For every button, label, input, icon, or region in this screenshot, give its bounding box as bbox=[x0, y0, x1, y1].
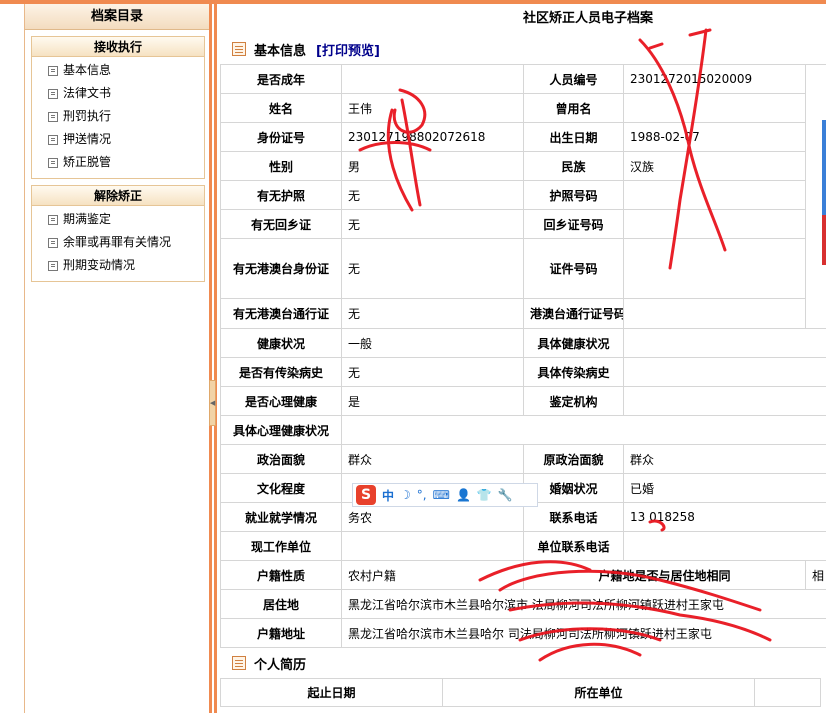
table-row: 身份证号 230127198802072618 出生日期 1988-02-07 bbox=[220, 122, 826, 152]
scroll-indicator-alert bbox=[822, 215, 826, 265]
sidebar-item-penalty-execution[interactable]: 刑罚执行 bbox=[32, 105, 204, 128]
group-receive-execution: 接收执行 基本信息 法律文书 刑罚执行 押送情况 矫正脱管 bbox=[31, 36, 205, 179]
main-content: 社区矫正人员电子档案 基本信息 [打印预览] 是否成年 人员编号 2301272… bbox=[220, 4, 826, 713]
resume-header: 个人简历 bbox=[220, 648, 826, 678]
archive-sidebar: 档案目录 接收执行 基本信息 法律文书 刑罚执行 押送情况 矫正脱管 解除矫正 … bbox=[24, 4, 212, 713]
ime-mode-toggle[interactable]: 中 bbox=[382, 487, 394, 504]
group-header-receive[interactable]: 接收执行 bbox=[32, 37, 204, 57]
sidebar-item-legal-docs[interactable]: 法律文书 bbox=[32, 82, 204, 105]
user-icon[interactable]: 👤 bbox=[456, 488, 471, 502]
table-row: 户籍性质 农村户籍 户籍地是否与居住地相同 相 bbox=[220, 560, 826, 590]
table-row: 是否心理健康 是 鉴定机构 bbox=[220, 386, 826, 416]
sidebar-item-expiry-appraisal[interactable]: 期满鉴定 bbox=[32, 208, 204, 231]
table-row: 有无港澳台通行证 无 港澳台通行证号码 bbox=[220, 298, 826, 329]
sidebar-item-basic-info[interactable]: 基本信息 bbox=[32, 59, 204, 82]
sidebar-item-other-crimes[interactable]: 余罪或再罪有关情况 bbox=[32, 231, 204, 254]
sidebar-item-sentence-change[interactable]: 刑期变动情况 bbox=[32, 254, 204, 277]
scroll-indicator bbox=[822, 120, 826, 215]
sidebar-item-absconding[interactable]: 矫正脱管 bbox=[32, 151, 204, 174]
group-release-correction: 解除矫正 期满鉴定 余罪或再罪有关情况 刑期变动情况 bbox=[31, 185, 205, 282]
sogou-ime-logo-icon[interactable]: S bbox=[356, 485, 376, 505]
document-icon bbox=[48, 65, 58, 76]
table-row: 姓名 王伟 曾用名 bbox=[220, 93, 826, 123]
table-row: 具体心理健康状况 bbox=[220, 415, 826, 445]
table-row: 性别 男 民族 汉族 bbox=[220, 151, 826, 181]
resume-col-unit: 所在单位 bbox=[442, 678, 755, 707]
punctuation-icon[interactable]: °, bbox=[417, 488, 427, 502]
document-icon bbox=[48, 237, 58, 248]
group-header-release[interactable]: 解除矫正 bbox=[32, 186, 204, 206]
panel-divider bbox=[214, 4, 217, 713]
list-icon bbox=[232, 656, 246, 670]
resume-table: 起止日期 所在单位 bbox=[220, 678, 821, 707]
moon-icon[interactable]: ☽ bbox=[400, 488, 411, 502]
table-row: 居住地 黑龙江省哈尔滨市木兰县哈尔滨市 法局柳河司法所柳河镇跃进村王家屯 bbox=[220, 589, 826, 619]
list-icon bbox=[232, 42, 246, 56]
table-row: 有无护照 无 护照号码 bbox=[220, 180, 826, 210]
table-row: 健康状况 一般 具体健康状况 bbox=[220, 328, 826, 358]
chevron-left-icon: ◀ bbox=[209, 399, 216, 407]
table-row: 政治面貌 群众 原政治面貌 群众 bbox=[220, 444, 826, 474]
page-title: 社区矫正人员电子档案 bbox=[522, 11, 653, 26]
collapse-sidebar-handle[interactable]: ◀ bbox=[209, 380, 216, 426]
skin-icon[interactable]: 👕 bbox=[477, 488, 492, 502]
table-row: 有无港澳台身份证 无 证件号码 bbox=[220, 238, 826, 299]
table-row: 是否有传染病史 无 具体传染病史 bbox=[220, 357, 826, 387]
sidebar-title: 档案目录 bbox=[25, 4, 209, 30]
document-icon bbox=[48, 157, 58, 168]
basic-info-table: 是否成年 人员编号 2301272015020009 姓名 王伟 曾用名 身份证… bbox=[220, 64, 826, 648]
section-title: 个人简历 bbox=[254, 657, 307, 673]
document-icon bbox=[48, 214, 58, 225]
table-row: 是否成年 人员编号 2301272015020009 bbox=[220, 64, 826, 329]
document-icon bbox=[48, 134, 58, 145]
wrench-icon[interactable]: 🔧 bbox=[498, 488, 513, 502]
table-row: 起止日期 所在单位 bbox=[220, 678, 821, 707]
keyboard-icon[interactable]: ⌨ bbox=[433, 488, 450, 502]
table-row: 有无回乡证 无 回乡证号码 bbox=[220, 209, 826, 239]
resume-col-dates: 起止日期 bbox=[220, 678, 443, 707]
table-row: 户籍地址 黑龙江省哈尔滨市木兰县哈尔 司法局柳河司法所柳河镇跃进村王家屯 bbox=[220, 618, 826, 648]
print-preview-link[interactable]: [打印预览] bbox=[316, 40, 380, 59]
ime-toolbar[interactable]: S 中 ☽ °, ⌨ 👤 👕 🔧 bbox=[352, 483, 538, 507]
section-title: 基本信息 bbox=[254, 43, 307, 59]
document-icon bbox=[48, 260, 58, 271]
document-icon bbox=[48, 88, 58, 99]
basic-info-header: 基本信息 [打印预览] bbox=[220, 34, 826, 64]
document-icon bbox=[48, 111, 58, 122]
table-row: 现工作单位 单位联系电话 bbox=[220, 531, 826, 561]
sidebar-item-escort[interactable]: 押送情况 bbox=[32, 128, 204, 151]
